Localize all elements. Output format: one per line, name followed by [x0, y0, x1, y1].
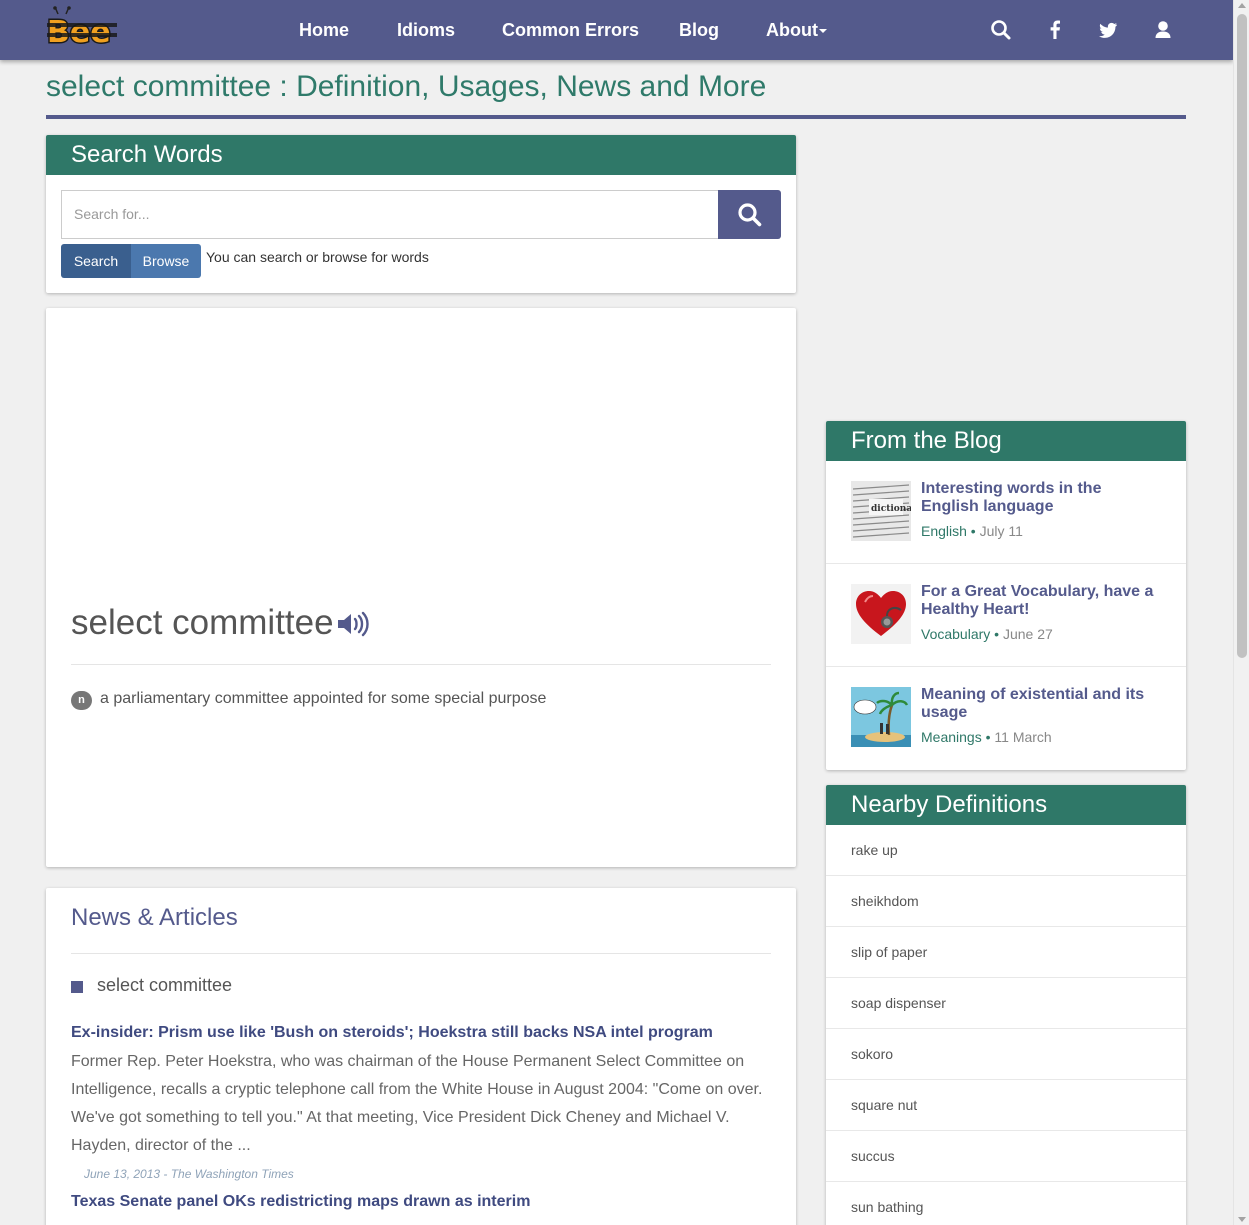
- scrollbar-thumb[interactable]: [1237, 14, 1247, 658]
- blog-post-category[interactable]: Meanings: [921, 729, 982, 745]
- nearby-definition-link[interactable]: sun bathing: [826, 1182, 1186, 1225]
- blog-post-title[interactable]: Interesting words in the English languag…: [921, 480, 1161, 516]
- search-hint: You can search or browse for words: [206, 249, 429, 265]
- definition-card: select committee n a parliamentary commi…: [46, 308, 796, 867]
- search-input[interactable]: Search for...: [61, 190, 719, 239]
- nearby-definition-link[interactable]: sokoro: [826, 1029, 1186, 1080]
- nearby-definition-link[interactable]: soap dispenser: [826, 978, 1186, 1029]
- blog-post-item[interactable]: Meaning of existential and its usage Mea…: [826, 667, 1186, 770]
- search-submit-button[interactable]: [718, 190, 781, 239]
- part-of-speech-badge: n: [71, 691, 92, 710]
- blog-post-title[interactable]: For a Great Vocabulary, have a Healthy H…: [921, 583, 1161, 619]
- nearby-definition-link[interactable]: square nut: [826, 1080, 1186, 1131]
- nearby-definition-link[interactable]: slip of paper: [826, 927, 1186, 978]
- blog-post-meta: Meanings • 11 March: [921, 729, 1052, 745]
- nav-about[interactable]: About: [766, 19, 827, 41]
- nearby-definitions-card: Nearby Definitions rake up sheikhdom sli…: [826, 785, 1186, 1225]
- nav-idioms[interactable]: Idioms: [397, 19, 455, 41]
- title-divider: [46, 115, 1186, 119]
- user-icon[interactable]: [1152, 18, 1174, 42]
- island-cartoon-thumbnail: [851, 687, 911, 747]
- blog-post-meta: English • July 11: [921, 523, 1023, 539]
- search-words-heading: Search Words: [46, 135, 796, 175]
- article-excerpt: Former Rep. Peter Hoekstra, who was chai…: [71, 1053, 763, 1154]
- blog-post-category[interactable]: Vocabulary: [921, 626, 990, 642]
- news-heading: News & Articles: [71, 904, 238, 931]
- dictionary-thumbnail: dictionary: [851, 481, 911, 541]
- news-articles-card: News & Articles select committee Ex-insi…: [46, 888, 796, 1225]
- definition-text: a parliamentary committee appointed for …: [100, 690, 547, 707]
- caret-down-icon: [818, 29, 827, 34]
- site-logo[interactable]: Bee Bee: [46, 6, 120, 46]
- article-title-link[interactable]: Texas Senate panel OKs redistricting map…: [71, 1193, 530, 1211]
- from-the-blog-card: From the Blog dictionary Interesting wor…: [826, 421, 1186, 770]
- blog-post-date: 11 March: [994, 729, 1052, 745]
- nearby-definition-link[interactable]: sheikhdom: [826, 876, 1186, 927]
- search-words-card: Search Words Search for... Search Browse…: [46, 135, 796, 293]
- nearby-definition-link[interactable]: succus: [826, 1131, 1186, 1182]
- nearby-definition-link[interactable]: rake up: [826, 825, 1186, 876]
- facebook-icon[interactable]: [1044, 18, 1066, 42]
- heart-thumbnail: [851, 584, 911, 644]
- svg-text:dictionary: dictionary: [871, 504, 911, 514]
- blog-post-category[interactable]: English: [921, 523, 967, 539]
- browse-mode-tab[interactable]: Browse: [131, 244, 201, 278]
- square-bullet-icon: [71, 981, 83, 993]
- blog-heading: From the Blog: [826, 421, 1186, 461]
- nav-blog[interactable]: Blog: [679, 19, 719, 41]
- blog-post-meta: Vocabulary • June 27: [921, 626, 1053, 642]
- blog-post-date: July 11: [979, 523, 1023, 539]
- scroll-up-icon[interactable]: [1238, 3, 1246, 8]
- search-mode-tab[interactable]: Search: [61, 244, 131, 278]
- article-meta: June 13, 2013 - The Washington Times: [84, 1167, 294, 1181]
- blog-post-item[interactable]: For a Great Vocabulary, have a Healthy H…: [826, 564, 1186, 667]
- blog-post-title[interactable]: Meaning of existential and its usage: [921, 686, 1161, 722]
- twitter-icon[interactable]: [1097, 18, 1119, 42]
- nearby-heading: Nearby Definitions: [826, 785, 1186, 825]
- word-heading: select committee: [71, 603, 334, 642]
- news-tag: select committee: [97, 975, 233, 995]
- nav-common-errors[interactable]: Common Errors: [502, 19, 639, 41]
- nav-about-label: About: [766, 20, 818, 40]
- scroll-down-icon[interactable]: [1238, 1217, 1246, 1222]
- news-divider: [71, 953, 771, 954]
- top-navbar: Bee Bee Home Idioms Common Errors Blog A…: [0, 0, 1233, 60]
- blog-post-item[interactable]: dictionary Interesting words in the Engl…: [826, 461, 1186, 564]
- page-title: select committee : Definition, Usages, N…: [46, 70, 767, 103]
- definition-divider: [71, 664, 771, 665]
- nav-home[interactable]: Home: [299, 19, 349, 41]
- svg-text:Bee: Bee: [47, 15, 111, 46]
- article-title-link[interactable]: Ex-insider: Prism use like 'Bush on ster…: [71, 1024, 713, 1042]
- blog-post-date: June 27: [1002, 626, 1053, 642]
- search-icon[interactable]: [990, 18, 1012, 42]
- page-scrollbar[interactable]: [1233, 0, 1249, 1225]
- speaker-icon[interactable]: [336, 610, 370, 638]
- search-icon: [738, 203, 762, 227]
